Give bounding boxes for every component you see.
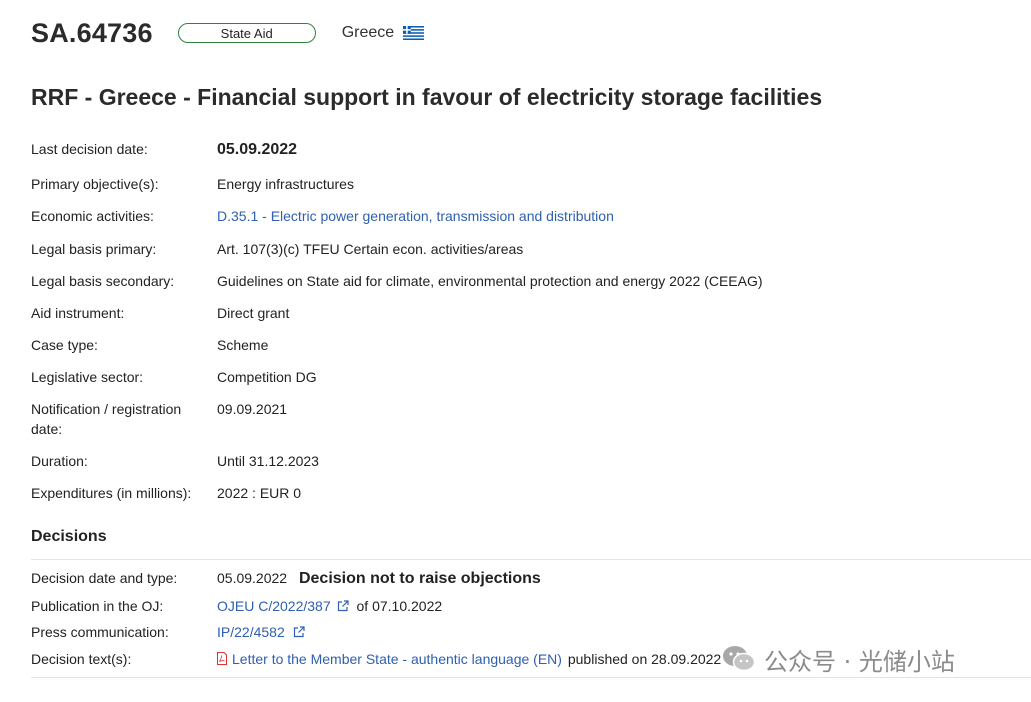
field-label: Aid instrument:	[31, 305, 125, 321]
field-label: Last decision date:	[31, 141, 148, 157]
detail-notification-date: Notification / registration date: 09.09.…	[31, 399, 1021, 439]
duration-value: Until 31.12.2023	[217, 453, 319, 469]
expenditures-value: 2022 : EUR 0	[217, 485, 302, 501]
press-value: IP/22/4582	[217, 622, 305, 642]
external-link-icon[interactable]	[337, 600, 349, 612]
field-label: Legal basis secondary:	[31, 273, 175, 289]
decisions-heading: Decisions	[31, 528, 107, 545]
press-release-link[interactable]: IP/22/4582	[217, 624, 285, 640]
primary-objective-value: Energy infrastructures	[217, 176, 354, 192]
wechat-icon	[723, 646, 756, 672]
decision-date: 05.09.2022	[217, 570, 288, 586]
watermark-text: 公众号 · 光储小站	[764, 647, 955, 676]
watermark: 公众号 · 光储小站	[722, 640, 955, 678]
case-title: RRF - Greece - Financial support in favo…	[31, 84, 823, 110]
country-label: Greece	[341, 24, 395, 41]
decision-text-value: Letter to the Member State - authentic l…	[217, 649, 721, 669]
field-label: Decision text(s):	[31, 651, 132, 667]
notification-date-value: 09.09.2021	[217, 401, 288, 417]
published-date: published on 28.09.2022	[567, 651, 722, 667]
decision-value: 05.09.2022 Decision not to raise objecti…	[217, 568, 541, 589]
ojeu-link[interactable]: OJEU C/2022/387	[217, 598, 331, 614]
case-header: SA.64736 State Aid Greece	[31, 14, 425, 52]
case-type-badge: State Aid	[177, 23, 316, 43]
greece-flag-icon	[403, 26, 425, 40]
pdf-icon	[217, 652, 227, 665]
field-label-continued: date:	[31, 421, 63, 437]
legal-basis-primary-value: Art. 107(3)(c) TFEU Certain econ. activi…	[217, 241, 524, 257]
last-decision-date: 05.09.2022	[217, 141, 298, 158]
divider	[31, 559, 1031, 560]
field-label: Legal basis primary:	[31, 241, 157, 257]
field-label: Decision date and type:	[31, 570, 178, 586]
legislative-sector-value: Competition DG	[217, 369, 317, 385]
publication-date: of 07.10.2022	[356, 598, 443, 614]
external-link-icon[interactable]	[293, 626, 305, 638]
publication-value: OJEU C/2022/387 of 07.10.2022	[217, 596, 442, 616]
field-label: Case type:	[31, 337, 98, 353]
economic-activity-link[interactable]: D.35.1 - Electric power generation, tran…	[217, 206, 614, 226]
field-label: Economic activities:	[31, 208, 154, 224]
field-label: Expenditures (in millions):	[31, 485, 192, 501]
field-label: Press communication:	[31, 624, 169, 640]
aid-instrument-value: Direct grant	[217, 305, 290, 321]
legal-basis-secondary-value: Guidelines on State aid for climate, env…	[217, 273, 763, 289]
decision-type: Decision not to raise objections	[298, 570, 541, 587]
field-label: Duration:	[31, 453, 88, 469]
field-label: Publication in the OJ:	[31, 598, 164, 614]
case-type-value: Scheme	[217, 337, 269, 353]
letter-link[interactable]: Letter to the Member State - authentic l…	[232, 651, 562, 667]
case-id: SA.64736	[31, 17, 153, 48]
field-label: Primary objective(s):	[31, 176, 159, 192]
field-label: Notification / registration	[31, 401, 182, 417]
field-label: Legislative sector:	[31, 369, 144, 385]
